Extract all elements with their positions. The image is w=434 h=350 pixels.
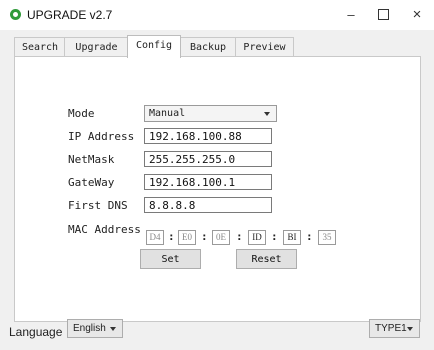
mac-separator: :: [236, 230, 243, 243]
minimize-button[interactable]: –: [340, 5, 362, 25]
chevron-down-icon: [264, 112, 270, 116]
mac-separator: :: [306, 230, 313, 243]
gateway-label: GateWay: [68, 176, 115, 189]
type-select[interactable]: TYPE1: [369, 319, 420, 338]
netmask-field[interactable]: 255.255.255.0: [144, 151, 272, 167]
tab-upgrade[interactable]: Upgrade: [64, 37, 129, 57]
mac-octet-2[interactable]: E0: [178, 230, 196, 245]
mode-value: Manual: [149, 108, 186, 119]
mode-select[interactable]: Manual: [144, 105, 277, 122]
chevron-down-icon: [110, 327, 116, 331]
language-label: Language: [9, 325, 63, 339]
maximize-button[interactable]: [372, 5, 394, 25]
mac-separator: :: [201, 230, 208, 243]
reset-button[interactable]: Reset: [236, 249, 297, 269]
app-window: UPGRADE v2.7 – × Search Upgrade Config B…: [0, 0, 434, 350]
first-dns-label: First DNS: [68, 199, 128, 212]
type-value: TYPE1: [375, 323, 407, 334]
language-select[interactable]: English: [67, 319, 123, 338]
mac-octet-4[interactable]: ID: [248, 230, 266, 245]
config-panel: Mode Manual IP Address 192.168.100.88 Ne…: [14, 56, 421, 322]
ip-address-field[interactable]: 192.168.100.88: [144, 128, 272, 144]
set-button[interactable]: Set: [140, 249, 201, 269]
language-value: English: [73, 323, 106, 334]
ip-address-label: IP Address: [68, 130, 135, 143]
tab-backup[interactable]: Backup: [179, 37, 237, 57]
tab-search[interactable]: Search: [14, 37, 66, 57]
close-button[interactable]: ×: [406, 5, 428, 25]
mac-octet-6[interactable]: 35: [318, 230, 336, 245]
mac-address-label: MAC Address: [68, 223, 141, 236]
first-dns-field[interactable]: 8.8.8.8: [144, 197, 272, 213]
mac-separator: :: [168, 230, 175, 243]
netmask-label: NetMask: [68, 153, 115, 166]
title-bar: UPGRADE v2.7 – ×: [0, 0, 434, 30]
window-title: UPGRADE v2.7: [27, 8, 113, 22]
chevron-down-icon: [407, 327, 413, 331]
gateway-field[interactable]: 192.168.100.1: [144, 174, 272, 190]
tab-config[interactable]: Config: [127, 35, 181, 58]
mac-octet-1[interactable]: D4: [146, 230, 164, 245]
mode-label: Mode: [68, 107, 95, 120]
mac-octet-3[interactable]: 0E: [212, 230, 230, 245]
mac-separator: :: [271, 230, 278, 243]
maximize-icon: [377, 9, 389, 21]
mac-octet-5[interactable]: BI: [283, 230, 301, 245]
app-logo-icon: [10, 9, 21, 20]
tab-preview[interactable]: Preview: [235, 37, 294, 57]
